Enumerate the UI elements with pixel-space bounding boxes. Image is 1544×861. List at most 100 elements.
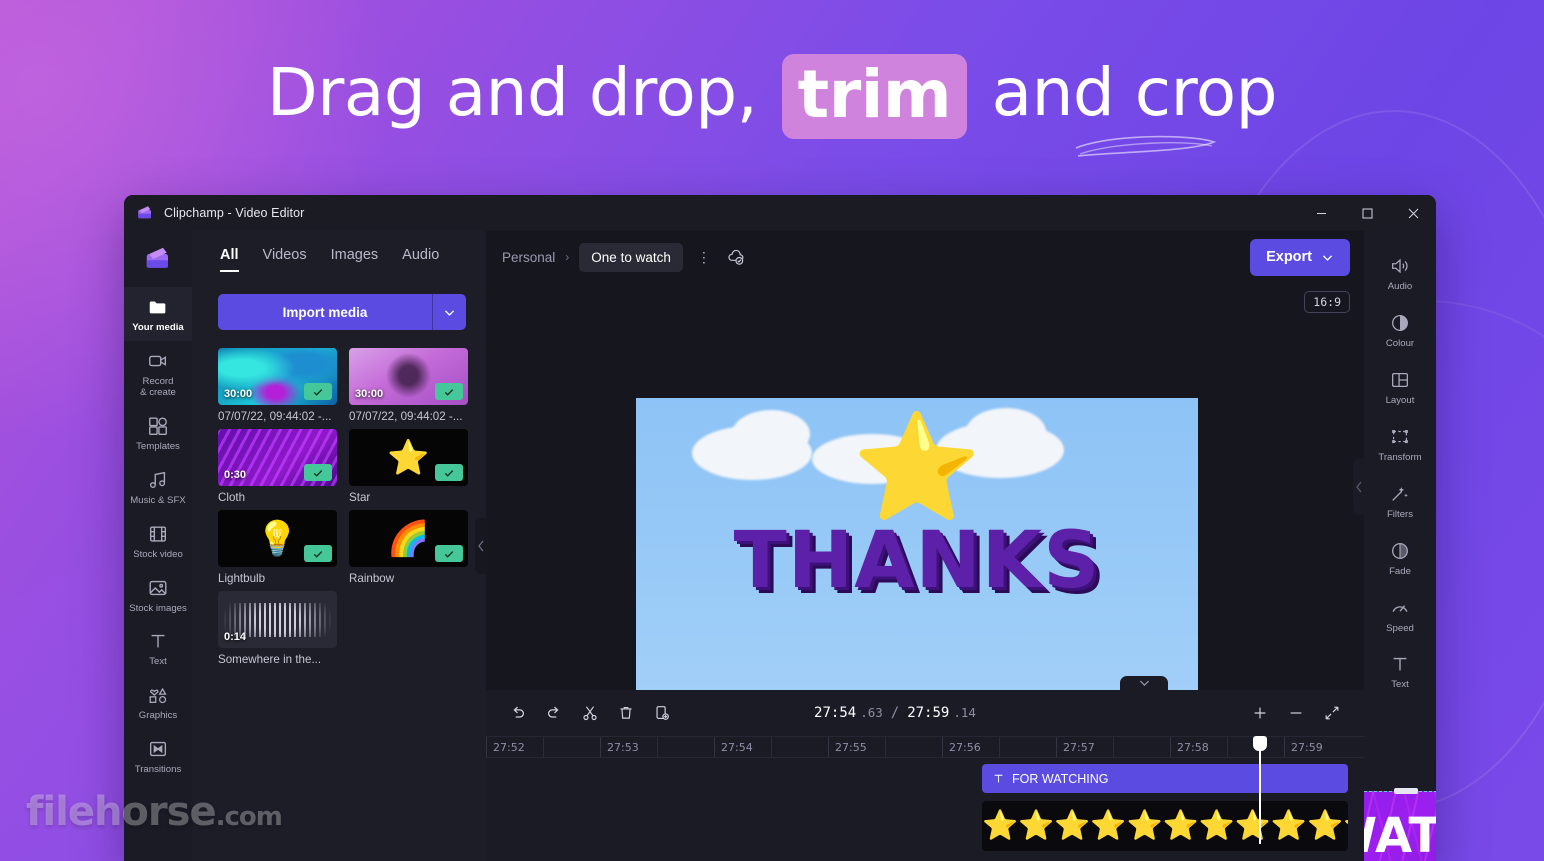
magic-wand-icon (1392, 486, 1408, 501)
playhead[interactable] (1253, 736, 1267, 844)
properties-item-speed[interactable]: Speed (1364, 587, 1436, 644)
timeline-ruler[interactable]: 27:52 27:53 27:54 27:55 27:56 27:57 27:5… (486, 736, 1364, 758)
import-media-button[interactable]: Import media (218, 294, 432, 330)
close-button[interactable] (1390, 195, 1436, 231)
sidebar-item-stock-video[interactable]: Stock video (124, 514, 192, 568)
properties-item-text[interactable]: Text (1364, 643, 1436, 700)
tab-images[interactable]: Images (331, 247, 379, 272)
media-item[interactable]: 0:14 Somewhere in the... (218, 591, 337, 666)
properties-label-fade: Fade (1389, 565, 1411, 577)
zoom-out-button[interactable] (1280, 698, 1312, 728)
properties-item-filters[interactable]: Filters (1364, 473, 1436, 530)
properties-label-colour: Colour (1385, 337, 1415, 349)
sidebar-label-stock-images: Stock images (129, 602, 187, 614)
media-item[interactable]: 30:00 07/07/22, 09:44:02 -... (218, 348, 337, 423)
sidebar-item-stock-images[interactable]: Stock images (124, 568, 192, 622)
resize-handle-top[interactable] (1393, 788, 1418, 794)
media-item[interactable]: 💡 Lightbulb (218, 510, 337, 585)
project-more-menu-button[interactable]: ⋮ (693, 249, 716, 266)
properties-item-colour[interactable]: Colour (1364, 302, 1436, 359)
window-controls (1298, 195, 1436, 231)
minimize-button[interactable] (1298, 195, 1344, 231)
media-added-check (304, 383, 332, 400)
left-navigation-rail: Your media Record & create Templates Mus… (124, 231, 192, 861)
sidebar-item-music-sfx[interactable]: Music & SFX (124, 460, 192, 514)
split-button[interactable] (574, 698, 606, 728)
sidebar-item-text[interactable]: Text (124, 621, 192, 675)
export-button[interactable]: Export (1250, 238, 1350, 276)
sidebar-item-your-media[interactable]: Your media (124, 287, 192, 341)
check-icon (444, 469, 454, 477)
delete-button[interactable] (610, 698, 642, 728)
folder-icon (149, 301, 166, 314)
media-added-check (435, 545, 463, 562)
timeline-frame-thumbnail: ⭐ (1270, 810, 1307, 842)
layout-icon (1392, 372, 1408, 387)
chevron-left-icon (1356, 481, 1362, 492)
preview-title-text: THANKS (733, 516, 1101, 606)
maximize-button[interactable] (1344, 195, 1390, 231)
clipchamp-rail-logo-icon (146, 247, 168, 268)
media-thumbnail: ⭐ (349, 429, 468, 486)
editor-stage: Personal › One to watch ⋮ Export 16:9 TH… (486, 231, 1436, 861)
promo-headline: Drag and drop, trim and crop (0, 52, 1544, 139)
undo-button[interactable] (502, 698, 534, 728)
properties-item-fade[interactable]: Fade (1364, 530, 1436, 587)
headline-part-1: Drag and drop, (266, 54, 758, 131)
check-icon (313, 388, 323, 396)
ruler-tick: 27:52 (486, 737, 525, 757)
chevron-down-icon (1322, 254, 1333, 261)
window-title: Clipchamp - Video Editor (164, 206, 305, 220)
sidebar-item-graphics[interactable]: Graphics (124, 675, 192, 729)
media-item[interactable]: 30:00 07/07/22, 09:44:02 -... (349, 348, 468, 423)
sidebar-label-text: Text (149, 656, 167, 668)
media-item-name: 07/07/22, 09:44:02 -... (218, 410, 332, 423)
properties-item-transform[interactable]: Transform (1364, 416, 1436, 473)
breadcrumb-project-name[interactable]: One to watch (579, 242, 683, 272)
properties-item-layout[interactable]: Layout (1364, 359, 1436, 416)
import-media-dropdown-button[interactable] (432, 294, 466, 330)
fit-to-screen-button[interactable] (1316, 698, 1348, 728)
properties-label-speed: Speed (1386, 622, 1414, 634)
timeline-frame-thumbnail: ⭐ (1018, 810, 1055, 842)
tab-all[interactable]: All (220, 247, 239, 272)
ruler-tick: 27:53 (600, 737, 639, 757)
sidebar-item-record-create[interactable]: Record & create (124, 341, 192, 406)
video-canvas[interactable]: THANKS ⭐ (636, 398, 1198, 720)
ruler-tick: 27:57 (1056, 737, 1095, 757)
media-added-check (435, 464, 463, 481)
media-item-name: Somewhere in the... (218, 653, 322, 666)
redo-button[interactable] (538, 698, 570, 728)
tab-videos[interactable]: Videos (263, 247, 307, 272)
timeline-toolbar: 27:54.63 / 27:59.14 (486, 690, 1364, 736)
ruler-tick: 27:54 (714, 737, 753, 757)
zoom-in-button[interactable] (1244, 698, 1276, 728)
breadcrumb-separator-icon: › (565, 250, 570, 264)
timeline-collapse-button[interactable] (1120, 676, 1168, 691)
properties-label-text: Text (1391, 679, 1409, 691)
tab-audio[interactable]: Audio (402, 247, 439, 272)
current-time: 27:54 (814, 705, 857, 721)
cloud-saved-icon[interactable] (726, 247, 746, 267)
timeline-video-clip[interactable]: ⭐⭐⭐⭐⭐⭐⭐⭐⭐⭐⭐⭐⭐⭐⭐ (982, 801, 1348, 851)
properties-panel-collapse-handle[interactable] (1353, 458, 1365, 515)
aspect-ratio-badge[interactable]: 16:9 (1304, 291, 1350, 313)
image-icon (149, 580, 167, 595)
media-filter-tabs: All Videos Images Audio (192, 231, 486, 272)
fade-circle-icon (1392, 542, 1408, 559)
clipchamp-window: Clipchamp - Video Editor Your media Reco… (124, 195, 1436, 861)
rail-app-logo (124, 231, 192, 287)
text-t-icon (151, 635, 165, 648)
media-added-check (435, 383, 463, 400)
sidebar-item-templates[interactable]: Templates (124, 406, 192, 460)
media-item[interactable]: 0:30 Cloth (218, 429, 337, 504)
timeline-text-clip[interactable]: FOR WATCHING (982, 764, 1348, 793)
timeline: 27:54.63 / 27:59.14 27:52 27:53 27:54 27… (486, 676, 1364, 861)
export-label: Export (1266, 249, 1312, 265)
properties-item-audio[interactable]: Audio (1364, 245, 1436, 302)
media-item[interactable]: 🌈 Rainbow (349, 510, 468, 585)
duplicate-button[interactable] (646, 698, 678, 728)
breadcrumb-personal[interactable]: Personal (502, 250, 555, 265)
media-item[interactable]: ⭐ Star (349, 429, 468, 504)
sidebar-item-transitions[interactable]: Transitions (124, 729, 192, 783)
